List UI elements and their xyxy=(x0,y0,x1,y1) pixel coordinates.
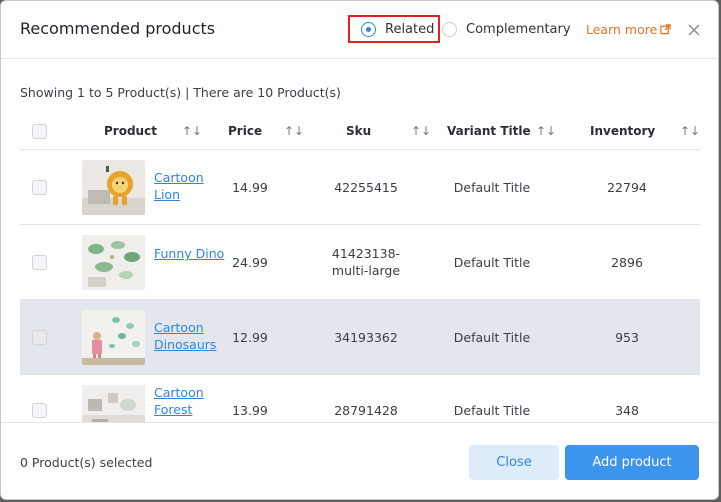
table-row: Funny Dino 24.99 41423138-multi-large De… xyxy=(20,225,700,300)
sort-product-icon[interactable]: ↑↓ xyxy=(182,124,202,138)
product-thumbnail-lion xyxy=(82,160,145,215)
product-thumbnail-dino xyxy=(82,235,145,290)
product-name-link[interactable]: Funny Dino xyxy=(154,245,229,262)
recommended-products-modal: Recommended products Related Complementa… xyxy=(0,0,719,500)
modal-footer: 0 Product(s) selected Close Add product xyxy=(1,422,718,499)
column-inventory: Inventory xyxy=(590,124,656,138)
product-name-link[interactable]: Cartoon Dinosaurs xyxy=(154,319,229,353)
variant-cell: Default Title xyxy=(453,255,531,270)
variant-cell: Default Title xyxy=(453,403,531,418)
sku-cell: 41423138-multi-large xyxy=(331,246,401,278)
sku-cell: 42255415 xyxy=(334,180,398,195)
inventory-cell: 2896 xyxy=(611,255,643,270)
sku-cell: 28791428 xyxy=(334,403,398,418)
sort-inventory-icon[interactable]: ↑↓ xyxy=(680,124,700,138)
product-thumbnail-forest xyxy=(82,385,145,422)
column-price: Price xyxy=(228,124,263,138)
radio-complementary-label: Complementary xyxy=(466,21,571,37)
radio-related-indicator[interactable] xyxy=(361,21,376,37)
sort-price-icon[interactable]: ↑↓ xyxy=(284,124,304,138)
external-link-icon xyxy=(660,24,672,35)
row-checkbox[interactable] xyxy=(32,330,47,345)
variant-cell: Default Title xyxy=(453,330,531,345)
price-cell: 24.99 xyxy=(232,255,268,270)
radio-complementary[interactable]: Complementary xyxy=(442,15,571,43)
sort-variant-icon[interactable]: ↑↓ xyxy=(536,124,556,138)
product-name-link[interactable]: Cartoon Forest xyxy=(154,384,229,418)
column-sku: Sku xyxy=(346,124,372,138)
selected-count: 0 Product(s) selected xyxy=(20,455,153,470)
sort-sku-icon[interactable]: ↑↓ xyxy=(411,124,431,138)
select-all-checkbox[interactable] xyxy=(32,124,47,139)
results-summary: Showing 1 to 5 Product(s) | There are 10… xyxy=(20,85,341,100)
product-name-link[interactable]: Cartoon Lion xyxy=(154,169,229,203)
price-cell: 14.99 xyxy=(232,180,268,195)
product-thumbnail-dinosaurs xyxy=(82,310,145,365)
learn-more-link[interactable]: Learn more xyxy=(586,22,672,37)
radio-related-label: Related xyxy=(385,21,435,37)
column-variant-title: Variant Title xyxy=(447,124,531,138)
inventory-cell: 348 xyxy=(615,403,639,418)
row-checkbox[interactable] xyxy=(32,180,47,195)
row-checkbox[interactable] xyxy=(32,403,47,418)
sku-cell: 34193362 xyxy=(334,330,398,345)
add-product-button[interactable]: Add product xyxy=(565,445,699,480)
row-checkbox[interactable] xyxy=(32,255,47,270)
column-product: Product xyxy=(104,124,157,138)
modal-header: Recommended products Related Complementa… xyxy=(1,1,718,59)
table-row: Cartoon Lion 14.99 42255415 Default Titl… xyxy=(20,150,700,225)
close-icon[interactable] xyxy=(687,23,701,37)
table-row: Cartoon Forest 13.99 28791428 Default Ti… xyxy=(20,375,700,422)
modal-title: Recommended products xyxy=(20,19,216,38)
learn-more-label: Learn more xyxy=(586,22,658,37)
inventory-cell: 22794 xyxy=(607,180,647,195)
table-row: Cartoon Dinosaurs 12.99 34193362 Default… xyxy=(20,300,700,375)
table-body: Cartoon Lion 14.99 42255415 Default Titl… xyxy=(20,150,700,422)
price-cell: 12.99 xyxy=(232,330,268,345)
radio-complementary-indicator[interactable] xyxy=(442,21,457,37)
radio-related[interactable]: Related xyxy=(348,15,440,43)
table-header: Product ↑↓ Price ↑↓ Sku ↑↓ Variant Title… xyxy=(20,114,700,150)
price-cell: 13.99 xyxy=(232,403,268,418)
close-button[interactable]: Close xyxy=(469,445,559,480)
inventory-cell: 953 xyxy=(615,330,639,345)
variant-cell: Default Title xyxy=(453,180,531,195)
